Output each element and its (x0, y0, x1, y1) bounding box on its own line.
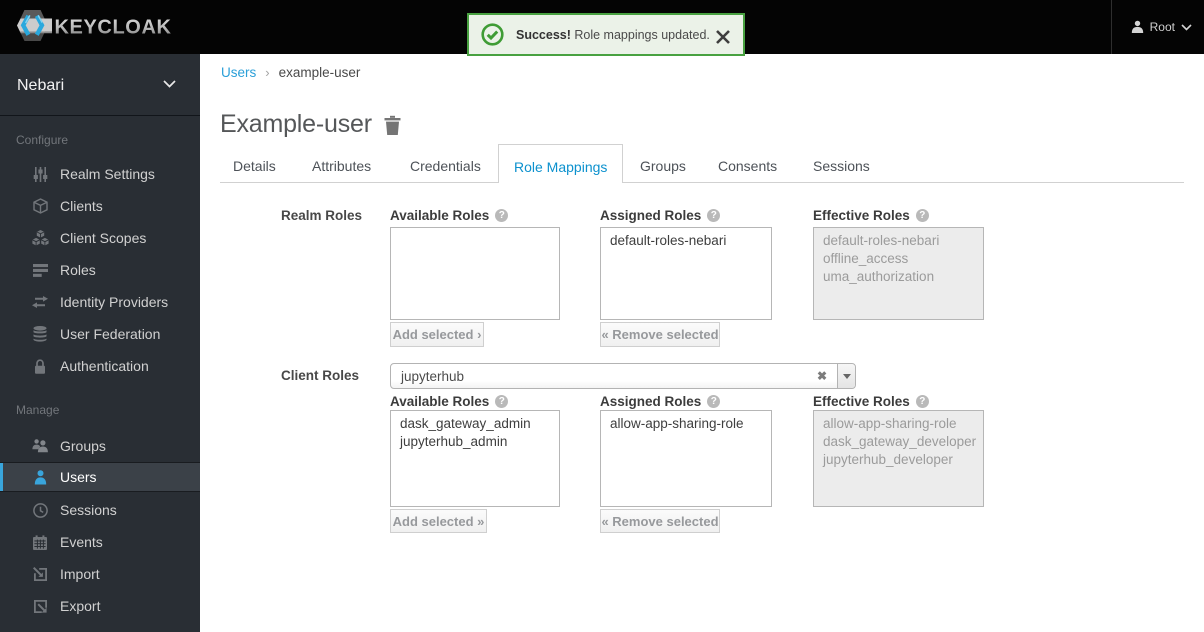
svg-text:KEYCLOAK: KEYCLOAK (55, 17, 172, 39)
